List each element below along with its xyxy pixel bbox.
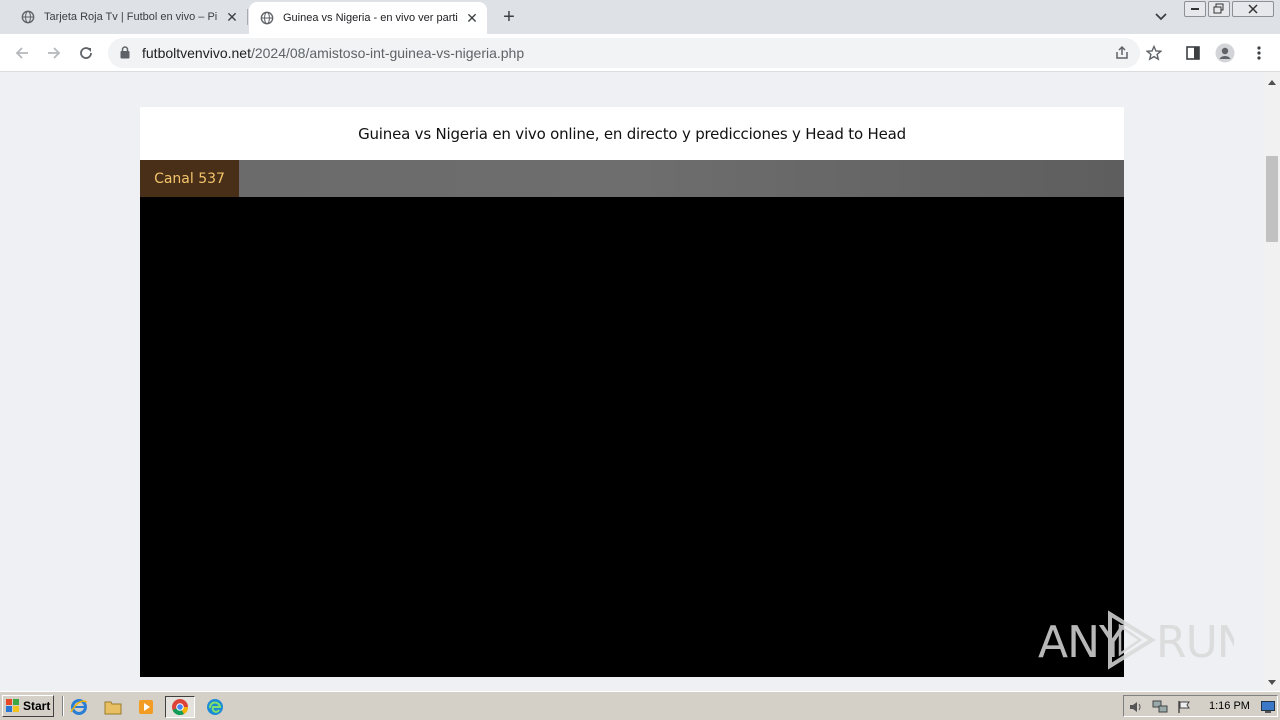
internet-explorer-icon[interactable] xyxy=(69,697,89,717)
forward-arrow-icon xyxy=(48,47,61,59)
svg-text:ANY: ANY xyxy=(1038,617,1126,668)
more-menu-icon[interactable] xyxy=(1248,42,1270,64)
media-player-icon[interactable] xyxy=(136,697,156,717)
action-center-flag-icon[interactable] xyxy=(1176,699,1192,715)
lock-icon[interactable] xyxy=(120,46,130,59)
volume-icon[interactable] xyxy=(1128,699,1144,715)
restore-icon xyxy=(1213,3,1224,14)
clock[interactable]: 1:16 PM xyxy=(1209,700,1250,712)
page-scrollbar[interactable] xyxy=(1264,73,1280,691)
url-host: futboltvenvivo.net xyxy=(142,45,251,61)
minimize-button[interactable] xyxy=(1184,1,1206,17)
back-arrow-icon xyxy=(15,47,28,59)
anyrun-logo: ANY RUN xyxy=(1038,610,1234,670)
tab-tarjeta-roja[interactable]: Tarjeta Roja Tv | Futbol en vivo – Pirlo… xyxy=(0,0,247,34)
globe-icon xyxy=(260,11,274,25)
profile-avatar-icon[interactable] xyxy=(1214,42,1236,64)
side-panel-icon[interactable] xyxy=(1182,42,1204,64)
tab-search-chevron-icon[interactable] xyxy=(1152,8,1170,26)
tab-separator xyxy=(247,9,248,25)
bookmark-star-icon[interactable] xyxy=(1144,43,1164,63)
close-icon xyxy=(1248,4,1258,14)
channel-button[interactable]: Canal 537 xyxy=(140,160,239,197)
url-path: /2024/08/amistoso-int-guinea-vs-nigeria.… xyxy=(250,45,525,61)
tab-title: Tarjeta Roja Tv | Futbol en vivo – Pirlo xyxy=(44,11,218,23)
scroll-up-arrow-icon[interactable] xyxy=(1264,75,1280,89)
close-tab-icon[interactable]: ✕ xyxy=(224,9,240,25)
taskbar-separator xyxy=(62,696,64,716)
start-button[interactable]: Start xyxy=(2,695,54,717)
anyrun-watermark: ANY RUN xyxy=(1038,608,1234,670)
tab-strip: Tarjeta Roja Tv | Futbol en vivo – Pirlo… xyxy=(0,0,1280,34)
new-tab-button[interactable]: + xyxy=(498,6,520,28)
reload-button[interactable] xyxy=(74,41,98,65)
forward-button[interactable] xyxy=(42,41,66,65)
chrome-taskbar-button[interactable] xyxy=(165,696,195,718)
system-tray: 1:16 PM xyxy=(1123,695,1278,717)
close-tab-icon[interactable]: ✕ xyxy=(464,10,480,26)
network-icon[interactable] xyxy=(1152,699,1168,715)
browser-toolbar: futboltvenvivo.net/2024/08/amistoso-int-… xyxy=(0,34,1280,72)
restore-button[interactable] xyxy=(1208,1,1230,17)
reload-icon xyxy=(80,47,92,59)
page-title: Guinea vs Nigeria en vivo online, en dir… xyxy=(358,124,906,143)
start-label: Start xyxy=(23,699,51,713)
url-text[interactable]: futboltvenvivo.net/2024/08/amistoso-int-… xyxy=(142,45,524,61)
tab-guinea-nigeria[interactable]: Guinea vs Nigeria - en vivo ver partido … xyxy=(249,2,487,34)
channel-bar: Canal 537 xyxy=(140,160,1124,197)
minimize-icon xyxy=(1191,8,1199,10)
close-window-button[interactable] xyxy=(1232,1,1274,17)
share-icon[interactable] xyxy=(1112,43,1132,63)
windows-taskbar: Start 1:16 PM xyxy=(0,691,1280,720)
match-title-card: Guinea vs Nigeria en vivo online, en dir… xyxy=(140,107,1124,160)
page-viewport: Guinea vs Nigeria en vivo online, en dir… xyxy=(0,73,1264,691)
scroll-down-arrow-icon[interactable] xyxy=(1264,675,1280,689)
back-button[interactable] xyxy=(10,41,34,65)
address-bar[interactable]: futboltvenvivo.net/2024/08/amistoso-int-… xyxy=(108,38,1162,68)
windows-logo-icon xyxy=(6,699,20,713)
chrome-icon xyxy=(172,699,189,716)
edge-icon[interactable] xyxy=(205,697,225,717)
video-player[interactable] xyxy=(140,197,1124,677)
globe-icon xyxy=(21,10,35,24)
show-desktop-icon[interactable] xyxy=(1260,699,1276,715)
file-explorer-icon[interactable] xyxy=(103,697,123,717)
svg-text:RUN: RUN xyxy=(1156,617,1234,668)
tab-title: Guinea vs Nigeria - en vivo ver partido xyxy=(283,12,458,24)
scrollbar-thumb[interactable] xyxy=(1266,156,1278,242)
